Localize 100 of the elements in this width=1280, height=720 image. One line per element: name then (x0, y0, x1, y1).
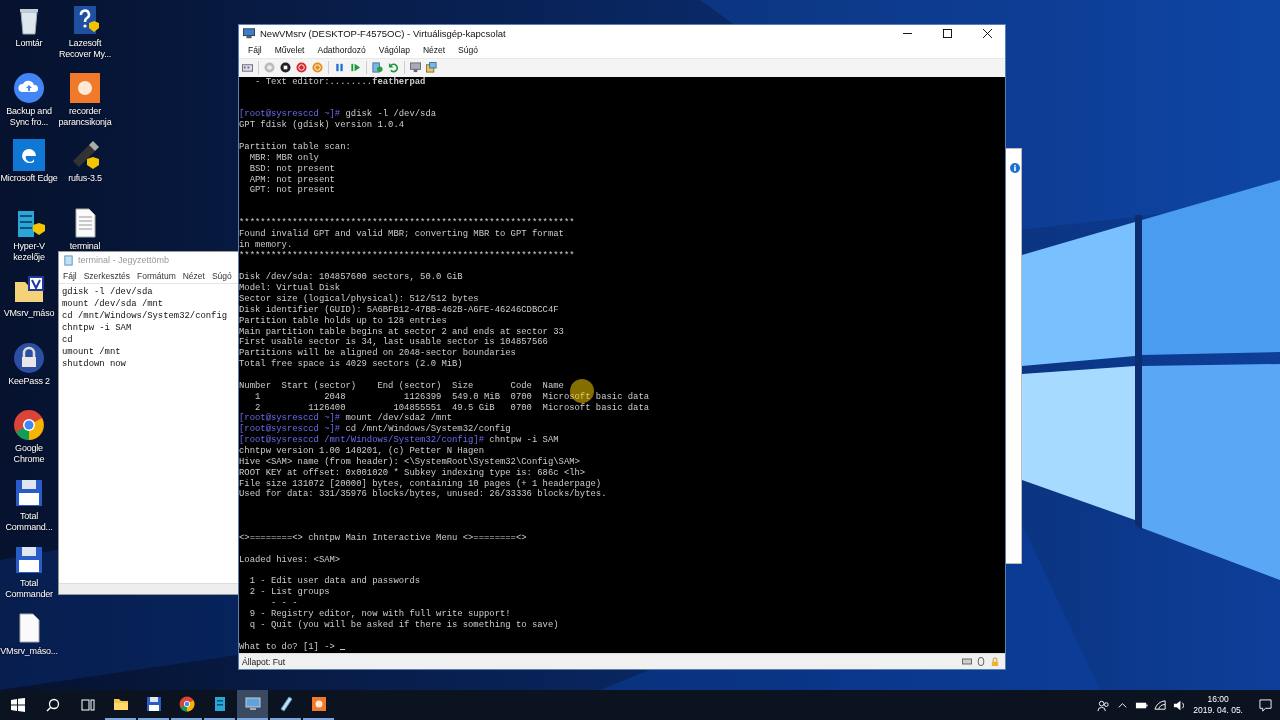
console-line: Partition table holds up to 128 entries (239, 315, 448, 327)
console-line: Sector size (logical/physical): 512/512 bytes (239, 294, 480, 305)
desktop-shortcut[interactable]: Total Commander (0, 544, 58, 600)
text-line: umount /mnt (62, 346, 121, 358)
desktop-shortcut[interactable]: KeePass 2 (0, 341, 58, 387)
keyboard-icon[interactable] (242, 62, 253, 74)
window-title: terminal - Jegyzettömb (78, 255, 170, 265)
menu-item[interactable]: Nézet (182, 270, 205, 281)
revert-icon[interactable] (388, 62, 399, 74)
people-icon[interactable] (1097, 698, 1111, 712)
menu-item[interactable]: Súgó (458, 45, 478, 56)
desktop-shortcut[interactable]: Google Chrome (0, 409, 58, 465)
pause-icon[interactable] (334, 62, 345, 74)
maximize-icon[interactable] (943, 29, 952, 39)
menu-item[interactable]: Formátum (137, 270, 176, 281)
shell-prompt: [root@sysresccd ~]# (239, 413, 341, 424)
console-line: First usable sector is 34, last usable sector is 104857566 (239, 337, 549, 348)
menu-item[interactable]: Adathordozó (317, 45, 366, 56)
text-line: cd /mnt/Windows/System32/config (62, 310, 228, 322)
console-line: Loaded hives: <SAM> (239, 554, 342, 566)
console-line: Disk /dev/sda: 104857600 sectors, 50.0 GiB (239, 272, 464, 283)
desktop-shortcut[interactable]: recorder parancsikonja (58, 71, 112, 128)
console-line: 9 - Registry editor, now with full write support! (248, 608, 512, 620)
play-icon[interactable] (350, 62, 361, 74)
menu-item[interactable]: Nézet (422, 45, 446, 56)
console-line: Partition table scan: (239, 142, 352, 153)
desktop-shortcut[interactable]: rufus-3.5 (58, 139, 112, 184)
session-icon[interactable] (426, 62, 437, 74)
console-line: Main partition table begins at sector 2 and ends at sector 33 (239, 326, 565, 337)
search-icon[interactable] (46, 698, 60, 712)
shell-prompt: [root@sysresccd /mnt/Windows/System32/config]# (239, 435, 484, 446)
console-line: 1 - Edit user data and passwords (248, 576, 422, 587)
console-command: cd /mnt/Windows/System32/config (345, 424, 511, 435)
console-line: APM: not present (248, 174, 336, 186)
console-line: q - Quit (you will be asked if there is something to save) (248, 619, 560, 631)
console-line: - Text editor:........featherpad (253, 76, 427, 88)
menu-item[interactable]: Fájl (63, 270, 77, 281)
menu-item[interactable]: Fájl (248, 45, 262, 56)
clock[interactable]: 16:00 2019. 04. 05. (1193, 694, 1243, 716)
record-icon (69, 71, 101, 104)
console-command: chntpw -i SAM (489, 435, 559, 446)
console-line: <>========<> chntpw Main Interactive Menu <>========<> (239, 532, 528, 544)
menu-item[interactable]: Művelet (274, 45, 305, 56)
console-line: Partitions will be aligned on 2048-sector boundaries (239, 348, 517, 359)
menu-item[interactable]: Súgó (211, 270, 232, 281)
desktop-shortcut[interactable]: Lazesoft Recover My... (58, 4, 112, 60)
console-screen[interactable] (239, 76, 1005, 654)
start-icon[interactable] (264, 62, 275, 74)
status-text: Állapot: Fut (242, 656, 285, 667)
checkpoint-icon[interactable] (372, 62, 383, 74)
console-line: - - - (269, 598, 299, 609)
lock-icon (990, 657, 1000, 666)
console-line: Total free space is 4029 sectors (2.0 MiB) (239, 359, 464, 371)
browser-icon (13, 139, 45, 171)
shell-prompt: [root@sysresccd ~]# (239, 424, 341, 435)
keyboard-icon (962, 657, 972, 666)
console-line: ROOT KEY at offset: 0x001020 * Subkey indexing type is: 686c <lh> (239, 467, 587, 479)
console-line: MBR: MBR only (248, 152, 320, 164)
console-line: *************************************************************** (239, 250, 576, 262)
padlock-icon (13, 341, 45, 374)
notification-icon[interactable] (1259, 698, 1272, 712)
console-line: Disk identifier (GUID): 5A6BFB12-47BB-462B-A6FE-46246CDBCC4F (239, 304, 560, 316)
desktop-shortcut[interactable]: Lomtár (0, 4, 58, 49)
desktop-shortcut[interactable]: terminal (58, 206, 112, 252)
browser-icon (13, 409, 45, 441)
task-view-icon[interactable] (81, 698, 95, 712)
text-line: gdisk -l /dev/sda (62, 286, 153, 298)
horizontal-scrollbar[interactable] (59, 583, 238, 594)
monitor-icon[interactable] (410, 62, 421, 74)
desktop-shortcut[interactable]: Backup and Sync fro... (0, 71, 58, 128)
menu-item[interactable]: Vágólap (378, 45, 410, 56)
record-icon (310, 696, 327, 712)
console-line: chntpw version 1.00 140201, (c) Petter N Hagen (239, 446, 485, 457)
console-line: File size 131072 [20000] bytes, containing 10 pages (+ 1 headerpage) (239, 478, 603, 489)
monitor-icon (244, 696, 261, 712)
text-line: mount /dev/sda /mnt (62, 298, 164, 310)
mouse-icon (976, 657, 986, 666)
desktop-shortcut[interactable]: Microsoft Edge (0, 139, 58, 184)
close-icon[interactable] (983, 29, 992, 39)
console-line: Hive <SAM> name (from header): <\SystemRoot\System32\Config\SAM> (239, 456, 581, 468)
desktop-shortcut[interactable]: Hyper-V kezelője (0, 206, 58, 263)
text-line: shutdown now (62, 358, 126, 370)
console-line: in memory. (239, 239, 294, 251)
window-title: NewVMsrv (DESKTOP-F4575OC) - Virtuálisgép-kapcsolat (260, 28, 506, 40)
console-command: mount /dev/sda2 /mnt (345, 413, 453, 424)
console-line: GPT fdisk (gdisk) version 1.0.4 (239, 120, 406, 132)
desktop-shortcut[interactable]: VMsrv_máso (0, 274, 58, 319)
windows-start-icon[interactable] (11, 698, 25, 712)
console-line: What to do? [1] -> (239, 641, 335, 652)
console-line: Used for data: 331/35976 blocks/bytes, unused: 26/33336 blocks/bytes. (239, 489, 608, 501)
text-line: cd (62, 334, 73, 346)
console-line: 2 - List groups (248, 587, 331, 599)
text-line: chntpw -i SAM (62, 322, 132, 334)
menu-item[interactable]: Szerkesztés (83, 270, 130, 281)
power-icon[interactable] (296, 62, 307, 74)
stop-icon[interactable] (280, 62, 291, 74)
console-line: BSD: not present (248, 163, 336, 175)
desktop-shortcut[interactable]: VMsrv_máso... (0, 611, 58, 657)
browser-icon (178, 696, 195, 712)
desktop-shortcut[interactable]: Total Command... (0, 476, 58, 533)
